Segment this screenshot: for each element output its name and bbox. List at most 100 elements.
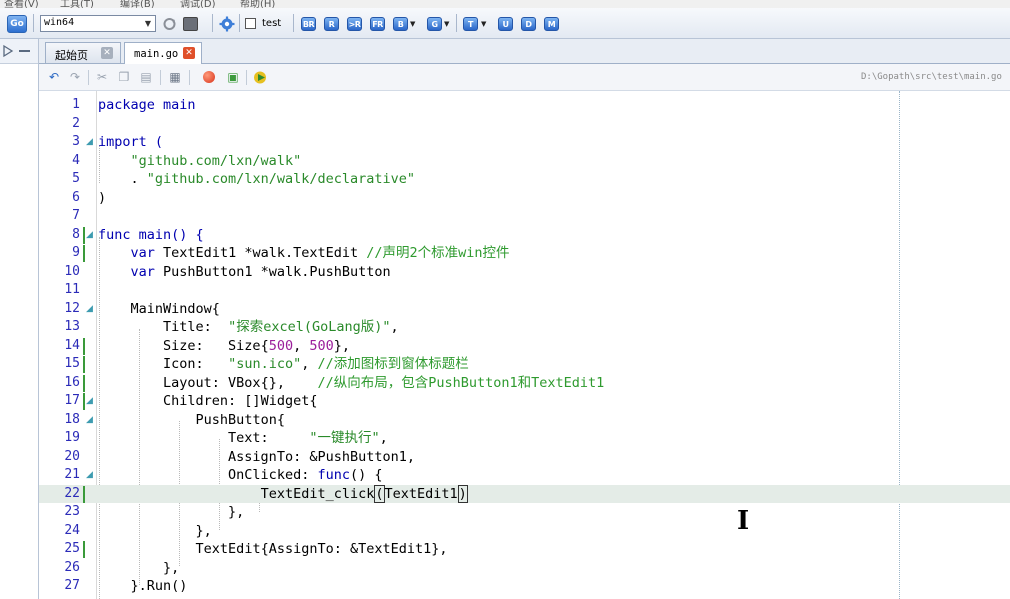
undo-icon[interactable]: ↶ [47, 70, 61, 84]
go-button[interactable]: Go [7, 15, 27, 33]
cut-icon[interactable]: ✂ [95, 70, 109, 84]
gear-icon[interactable] [219, 16, 235, 35]
menu-view[interactable]: 查看(V) [4, 0, 39, 8]
editor-toolbar: ↶ ↷ ✂ ❐ ▤ ▦ ▣ D:\Gopath\src\test\main.go [39, 64, 1010, 91]
toolbar-separator [88, 70, 89, 85]
line-number: 22 [64, 485, 80, 501]
code-line: 27 }.Run() [39, 577, 1010, 596]
paste-icon[interactable]: ▤ [139, 70, 153, 84]
code-line: 15 Icon: "sun.ico", //添加图标到窗体标题栏 [39, 355, 1010, 374]
code-token: package main [98, 97, 196, 113]
code-line: 25 TextEdit{AssignTo: &TextEdit1}, [39, 540, 1010, 559]
change-marker [83, 541, 85, 558]
test-dropdown-icon[interactable]: ▼ [481, 20, 486, 28]
line-number: 23 [64, 504, 80, 519]
code-line: 7 [39, 207, 1010, 226]
get-dropdown-icon[interactable]: ▼ [444, 20, 449, 28]
code-line-current: 22 TextEdit_click(TextEdit1) [39, 484, 1010, 503]
close-icon[interactable]: ✕ [183, 47, 195, 59]
code-token: Size: Size{ [163, 337, 269, 354]
run-in-terminal-button[interactable]: >R [347, 17, 362, 31]
copy-icon[interactable]: ❐ [117, 70, 131, 84]
code-text: PushButton{ [98, 411, 285, 429]
menu-build[interactable]: 编译(B) [120, 0, 155, 8]
close-icon[interactable]: ✕ [101, 47, 113, 59]
code-text: func main() { [98, 226, 204, 244]
change-marker [83, 356, 85, 373]
code-token: () { [349, 467, 383, 483]
download-button[interactable]: D [521, 17, 536, 31]
file-path: D:\Gopath\src\test\main.go [861, 72, 1002, 82]
code-editor[interactable]: 1 package main 2 3 ◢ import ( 4 "github.… [39, 91, 1010, 599]
line-number: 16 [64, 374, 80, 390]
code-line: 20 AssignTo: &PushButton1, [39, 448, 1010, 467]
code-line: 10 var PushButton1 *walk.PushButton [39, 263, 1010, 282]
code-token: }.Run() [130, 578, 188, 594]
fold-toggle-icon[interactable]: ◢ [86, 134, 93, 150]
code-token: TextEdit{AssignTo: &TextEdit1}, [195, 541, 448, 557]
run-button[interactable]: R [324, 17, 339, 31]
tab-main-go[interactable]: main.go ✕ [124, 42, 202, 64]
menu-tools[interactable]: 工具(T) [60, 0, 94, 8]
terminal-icon[interactable] [183, 17, 198, 31]
code-token: Children: []Widget{ [163, 393, 318, 409]
build-run-button[interactable]: BR [301, 17, 316, 31]
code-token: PushButton{ [195, 411, 285, 428]
fold-toggle-icon[interactable]: ◢ [86, 393, 93, 409]
fold-toggle-icon[interactable]: ◢ [86, 467, 93, 483]
tab-label: main.go [134, 48, 179, 60]
code-text: }, [98, 522, 212, 540]
code-line: 5 . "github.com/lxn/walk/declarative" [39, 170, 1010, 189]
test-checkbox[interactable] [245, 18, 256, 29]
code-token: Title: [163, 319, 229, 335]
change-marker [83, 226, 85, 244]
code-comment: //添加图标到窗体标题栏 [317, 356, 469, 372]
format-icon[interactable]: ▦ [168, 70, 182, 84]
menu-debug[interactable]: 调试(D) [180, 0, 216, 8]
line-number: 19 [64, 430, 80, 445]
main-toolbar: Go win64 ▼ test BR R >R FR B ▼ G ▼ T ▼ U… [0, 8, 1010, 39]
code-comment: //纵向布局，包含PushButton1和TextEdit1 [317, 374, 605, 391]
code-comment: //声明2个标准win控件 [366, 245, 510, 261]
get-button[interactable]: G [427, 17, 442, 31]
redo-icon[interactable]: ↷ [68, 70, 82, 84]
file-run-button[interactable]: FR [370, 17, 385, 31]
fold-toggle-icon[interactable]: ◢ [86, 227, 93, 243]
goto-icon[interactable]: ▣ [226, 70, 240, 84]
code-text: TextEdit_click(TextEdit1) [260, 484, 468, 503]
code-line: 17 ◢ Children: []Widget{ [39, 392, 1010, 411]
code-token: OnClicked: [228, 467, 318, 483]
menu-help[interactable]: 帮助(H) [240, 0, 275, 8]
code-line: 13 Title: "探索excel(GoLang版)", [39, 318, 1010, 337]
test-button[interactable]: T [463, 17, 478, 31]
code-line: 24 }, [39, 522, 1010, 541]
run-to-icon[interactable] [253, 70, 269, 85]
mod-button[interactable]: M [544, 17, 559, 31]
fold-toggle-icon[interactable]: ◢ [86, 301, 93, 317]
pin-icon[interactable] [2, 44, 16, 58]
code-token: }, [228, 504, 245, 520]
build-dropdown-icon[interactable]: ▼ [410, 20, 415, 28]
toolbar-separator [239, 14, 240, 32]
code-token: }, [163, 559, 180, 576]
breakpoint-icon[interactable] [203, 71, 215, 83]
minimize-icon[interactable] [19, 50, 30, 52]
line-number: 15 [64, 356, 80, 371]
left-panel [0, 39, 39, 599]
build-button[interactable]: B [393, 17, 408, 31]
code-line: 6 ) [39, 189, 1010, 208]
change-marker [83, 393, 85, 410]
code-token: "一键执行" [309, 430, 380, 446]
line-number: 7 [72, 208, 80, 223]
refresh-icon[interactable] [162, 17, 177, 31]
code-line: 19 Text: "一键执行", [39, 429, 1010, 448]
code-text: ) [98, 189, 107, 206]
line-number: 9 [72, 245, 80, 260]
update-button[interactable]: U [498, 17, 513, 31]
code-line: 3 ◢ import ( [39, 133, 1010, 152]
target-select[interactable]: win64 ▼ [40, 15, 156, 32]
code-token: func [317, 467, 350, 483]
fold-toggle-icon[interactable]: ◢ [86, 412, 93, 428]
line-number: 25 [64, 541, 80, 556]
tab-start-page[interactable]: 起始页 ✕ [45, 42, 121, 63]
